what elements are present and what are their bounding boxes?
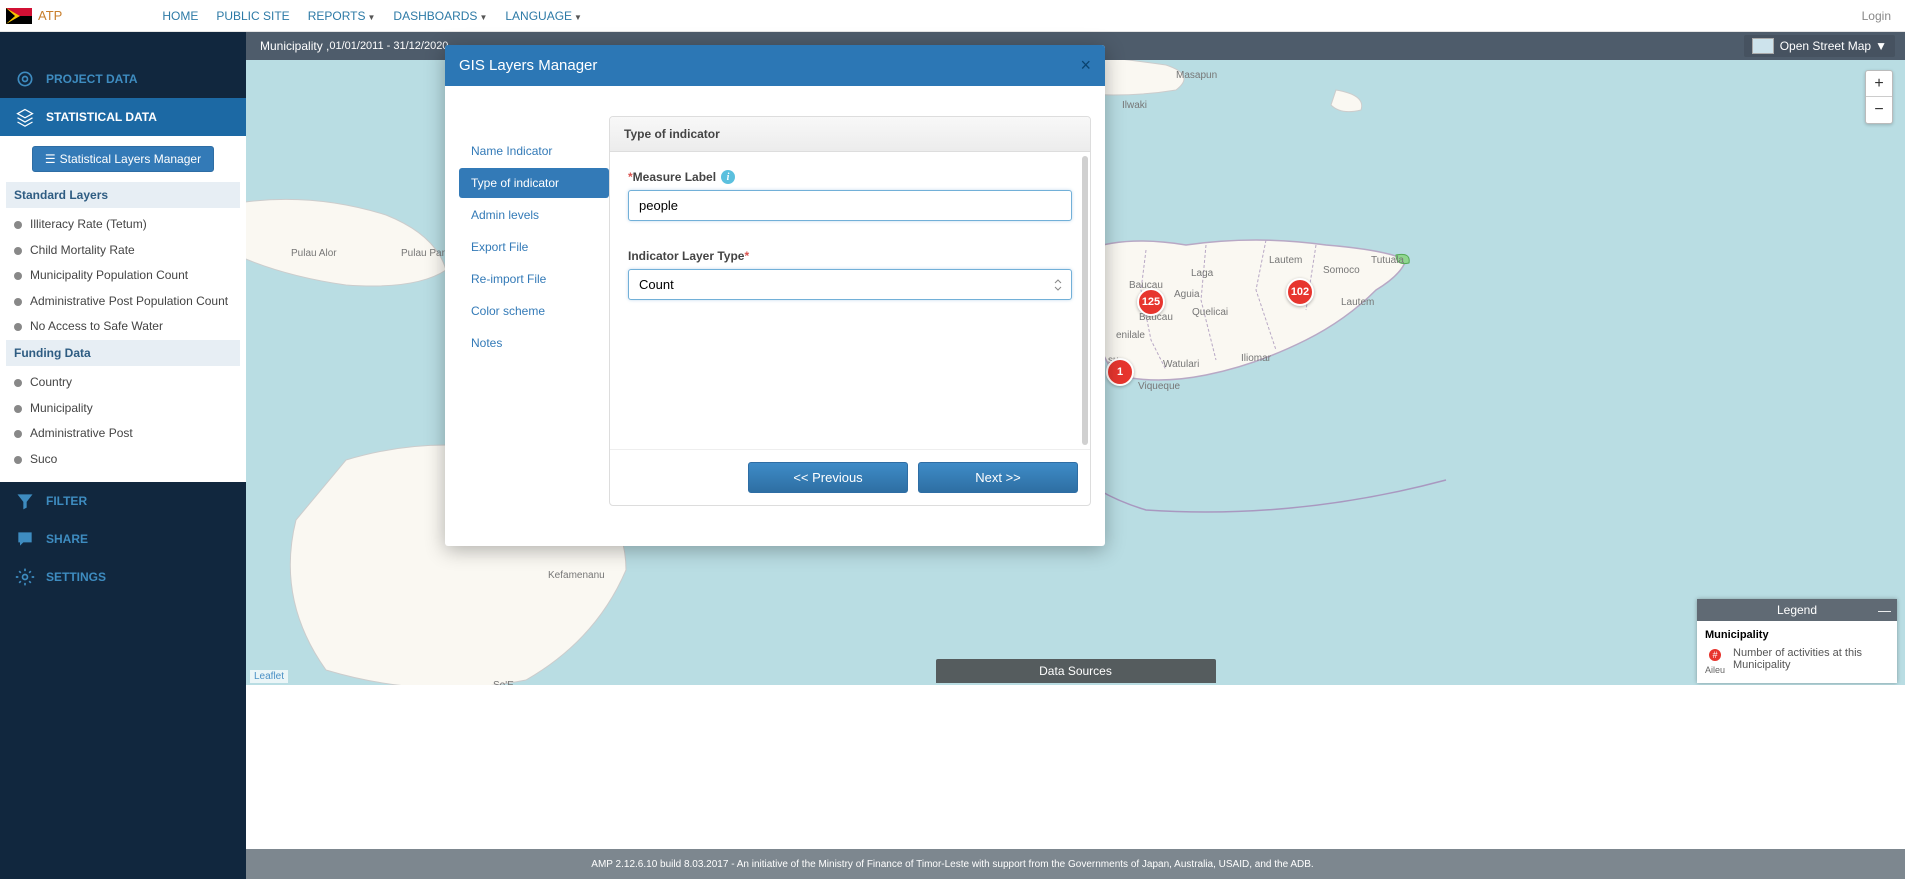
zoom-control: + − [1865, 70, 1893, 124]
layer-item[interactable]: Administrative Post Population Count [6, 289, 240, 315]
nav-dashboards[interactable]: DASHBOARDS▼ [393, 9, 487, 23]
layer-group-standard: Standard Layers [6, 182, 240, 208]
nav-language[interactable]: LANGUAGE▼ [505, 9, 582, 23]
sidebar-item-statistical-data[interactable]: STATISTICAL DATA [0, 98, 246, 136]
nav-reports[interactable]: REPORTS▼ [308, 9, 376, 23]
layer-item[interactable]: Suco [6, 447, 240, 473]
wizard-content: Type of indicator *Measure Label i Indic… [609, 116, 1091, 506]
marker-icon: # [1707, 647, 1723, 663]
sidebar-item-settings[interactable]: SETTINGS [0, 558, 246, 596]
minimize-icon[interactable]: — [1878, 603, 1891, 618]
layer-item[interactable]: Municipality [6, 396, 240, 422]
brand: ATP [38, 8, 62, 23]
funnel-icon [14, 490, 36, 512]
legend-title: Legend [1777, 603, 1817, 617]
layer-group-funding: Funding Data [6, 340, 240, 366]
sidebar-item-label: PROJECT DATA [46, 72, 138, 86]
legend-marker-label: Aileu [1705, 665, 1725, 675]
modal-title: GIS Layers Manager [459, 57, 597, 74]
context-dates: 01/01/2011 - 31/12/2020 [329, 40, 448, 52]
zoom-in-button[interactable]: + [1866, 71, 1892, 97]
previous-button[interactable]: << Previous [748, 462, 908, 493]
basemap-switcher[interactable]: Open Street Map ▼ [1744, 35, 1895, 57]
statistical-data-panel: ☰Statistical Layers Manager Standard Lay… [0, 136, 246, 482]
wizard-step-admin-levels[interactable]: Admin levels [459, 200, 609, 230]
basemap-thumb-icon [1752, 38, 1774, 54]
layer-toggle-icon [14, 247, 22, 255]
chevron-down-icon: ▼ [1875, 39, 1887, 53]
modal-header: GIS Layers Manager × [445, 45, 1105, 86]
wizard-step-reimport-file[interactable]: Re-import File [459, 264, 609, 294]
layer-item[interactable]: Child Mortality Rate [6, 238, 240, 264]
context-title: Municipality , [260, 39, 329, 53]
measure-label-input[interactable] [628, 190, 1072, 221]
statistical-layers-manager-button[interactable]: ☰Statistical Layers Manager [32, 146, 214, 172]
flag-icon [6, 8, 32, 24]
legend-section-title: Municipality [1705, 629, 1889, 641]
sidebar-item-label: FILTER [46, 494, 87, 508]
map-marker[interactable]: 125 [1137, 288, 1165, 316]
layer-item[interactable]: Municipality Population Count [6, 263, 240, 289]
sidebar-item-label: SETTINGS [46, 570, 106, 584]
top-menu: HOME PUBLIC SITE REPORTS▼ DASHBOARDS▼ LA… [162, 9, 582, 23]
gis-layers-manager-modal: GIS Layers Manager × Name Indicator Type… [445, 45, 1105, 546]
chevron-down-icon: ▼ [367, 13, 375, 22]
info-icon[interactable]: i [721, 170, 735, 184]
wizard-step-name-indicator[interactable]: Name Indicator [459, 136, 609, 166]
wizard-step-notes[interactable]: Notes [459, 328, 609, 358]
chat-icon [14, 528, 36, 550]
indicator-layer-type-select[interactable]: Count [628, 269, 1072, 300]
close-icon[interactable]: × [1080, 55, 1091, 76]
sidebar-item-label: STATISTICAL DATA [46, 110, 157, 124]
wizard-content-header: Type of indicator [610, 117, 1090, 152]
layer-item[interactable]: Administrative Post [6, 421, 240, 447]
chevron-down-icon: ▼ [574, 13, 582, 22]
layer-toggle-icon [14, 298, 22, 306]
measure-label-label: *Measure Label i [628, 170, 1072, 184]
map-marker[interactable]: 1 [1106, 358, 1134, 386]
chevron-down-icon: ▼ [479, 13, 487, 22]
nav-public-site[interactable]: PUBLIC SITE [216, 9, 289, 23]
layer-item[interactable]: Country [6, 370, 240, 396]
wizard-step-export-file[interactable]: Export File [459, 232, 609, 262]
map-attribution[interactable]: Leaflet [250, 670, 288, 683]
indicator-layer-type-label: Indicator Layer Type* [628, 249, 1072, 263]
layer-toggle-icon [14, 430, 22, 438]
layer-toggle-icon [14, 456, 22, 464]
sidebar-item-share[interactable]: SHARE [0, 520, 246, 558]
sidebar-item-label: SHARE [46, 532, 88, 546]
wizard-footer: << Previous Next >> [610, 449, 1090, 505]
sidebar: PROJECT DATA STATISTICAL DATA ☰Statistic… [0, 32, 246, 879]
layer-toggle-icon [14, 272, 22, 280]
legend-description: Number of activities at this Municipalit… [1733, 647, 1889, 671]
layers-icon [14, 106, 36, 128]
wizard-nav: Name Indicator Type of indicator Admin l… [459, 116, 609, 506]
layer-toggle-icon [14, 405, 22, 413]
sidebar-item-filter[interactable]: FILTER [0, 482, 246, 520]
map-marker[interactable]: 102 [1286, 278, 1314, 306]
sidebar-item-project-data[interactable]: PROJECT DATA [0, 60, 246, 98]
layer-toggle-icon [14, 323, 22, 331]
zoom-out-button[interactable]: − [1866, 97, 1892, 123]
top-nav: ATP HOME PUBLIC SITE REPORTS▼ DASHBOARDS… [0, 0, 1905, 32]
layer-item[interactable]: No Access to Safe Water [6, 314, 240, 340]
footer: AMP 2.12.6.10 build 8.03.2017 - An initi… [0, 849, 1905, 879]
layer-toggle-icon [14, 221, 22, 229]
next-button[interactable]: Next >> [918, 462, 1078, 493]
legend-header: Legend — [1697, 599, 1897, 621]
login-link[interactable]: Login [1862, 9, 1891, 23]
gear-icon [14, 566, 36, 588]
wizard-step-type-of-indicator[interactable]: Type of indicator [459, 168, 609, 198]
basemap-label: Open Street Map [1780, 39, 1871, 53]
layer-item[interactable]: Illiteracy Rate (Tetum) [6, 212, 240, 238]
wizard-step-color-scheme[interactable]: Color scheme [459, 296, 609, 326]
legend: Legend — Municipality # Aileu Number of … [1697, 599, 1897, 683]
data-sources-button[interactable]: Data Sources [936, 659, 1216, 683]
target-icon [14, 68, 36, 90]
layer-toggle-icon [14, 379, 22, 387]
nav-home[interactable]: HOME [162, 9, 198, 23]
